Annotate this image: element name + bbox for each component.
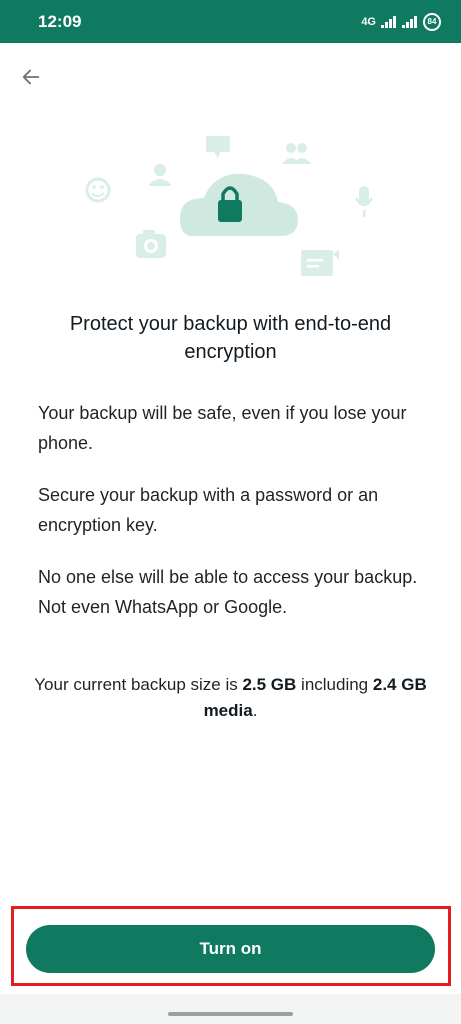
home-gesture-handle[interactable] (168, 1012, 293, 1016)
microphone-icon (354, 186, 374, 217)
page-title: Protect your backup with end-to-end encr… (69, 313, 392, 363)
battery-icon: 84 (423, 12, 441, 31)
cloud-lock-icon (180, 173, 298, 236)
turn-on-button[interactable]: Turn on (26, 925, 435, 973)
backup-size: 2.5 GB (242, 675, 297, 694)
status-time: 12:09 (38, 11, 82, 31)
back-button[interactable] (14, 60, 48, 94)
size-middle: including (296, 675, 373, 694)
person-icon (148, 164, 172, 186)
camera-icon (136, 230, 166, 258)
arrow-left-icon (22, 69, 40, 85)
group-icon (282, 143, 311, 164)
navigation-bar (0, 994, 461, 1024)
paragraph-password: Secure your backup with a password or an… (38, 485, 379, 535)
network-type: 4G (361, 15, 376, 28)
backup-illustration (85, 136, 374, 276)
paragraph-safe: Your backup will be safe, even if you lo… (38, 403, 407, 453)
status-bar: 12:09 4G 84 (0, 0, 461, 43)
signal-icon (381, 15, 396, 28)
size-prefix: Your current backup size is (34, 675, 243, 694)
size-suffix: . (252, 701, 258, 720)
message-icon (301, 250, 339, 276)
status-icons: 4G 84 (361, 12, 441, 31)
chat-icon (206, 136, 230, 158)
signal-icon-2 (402, 15, 417, 28)
smiley-icon (85, 177, 111, 203)
backup-size-info: Your current backup size is 2.5 GB inclu… (30, 672, 431, 724)
paragraph-privacy: No one else will be able to access your … (38, 567, 418, 617)
